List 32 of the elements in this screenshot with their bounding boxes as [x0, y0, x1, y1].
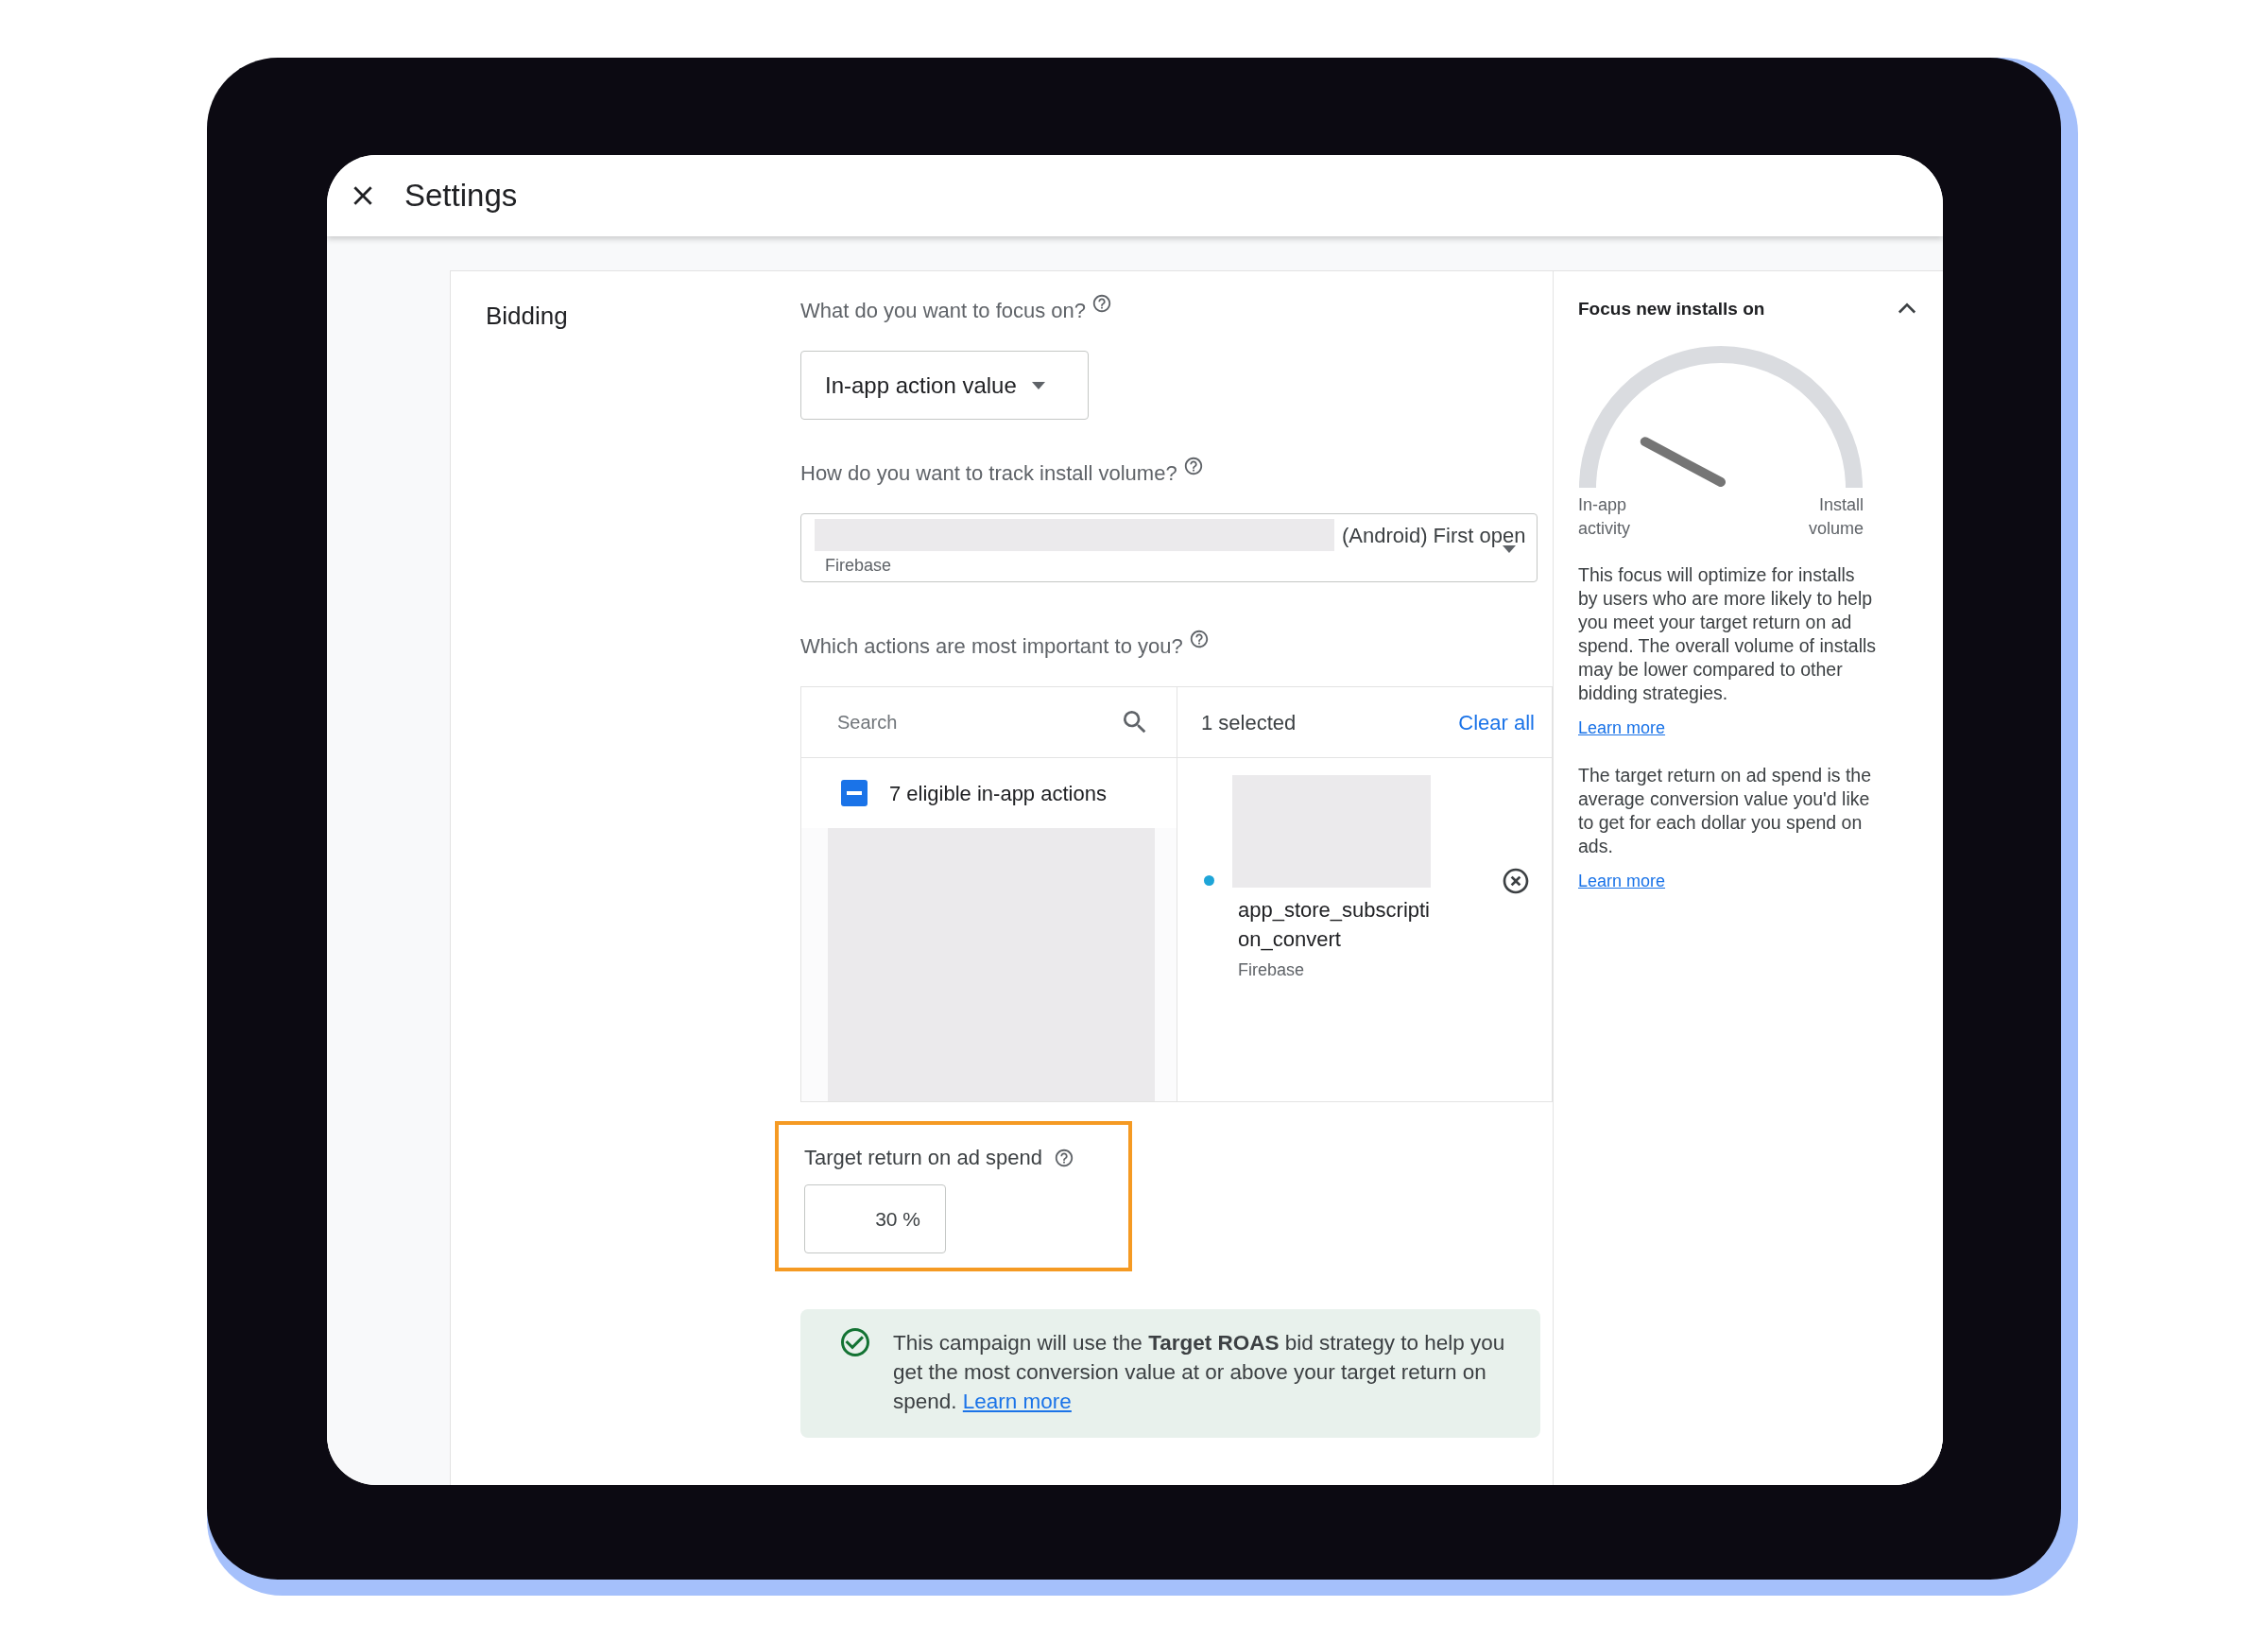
panel-title: Focus new installs on	[1578, 298, 1765, 320]
group-label: 7 eligible in-app actions	[889, 780, 1107, 807]
learn-more-link[interactable]: Learn more	[962, 1390, 1072, 1413]
learn-more-link[interactable]: Learn more	[1578, 868, 1666, 894]
remove-button[interactable]	[1501, 866, 1531, 896]
caret-icon	[1503, 545, 1516, 553]
focus-dropdown[interactable]: In-app action value	[800, 351, 1089, 420]
roas-input[interactable]: 30 %	[804, 1184, 946, 1253]
action-source: Firebase	[1238, 959, 1306, 981]
help-text: This focus will optimize for installs by users who are more likely to help you meet your target return on ad spend. The overall volume of installs may be lower compared to other bidding strategies.	[1578, 562, 1878, 705]
learn-more-link[interactable]: Learn more	[1578, 715, 1666, 741]
help-icon	[1053, 1147, 1074, 1168]
help-icon	[1091, 293, 1113, 314]
search-field[interactable]: Search	[837, 708, 1120, 736]
checkbox[interactable]	[841, 780, 868, 806]
install-volume-field[interactable]: (Android) First open Firebase	[800, 513, 1538, 582]
field-label: Target return on ad spend	[804, 1145, 1042, 1171]
help-icon	[1182, 456, 1204, 476]
question-label: What do you want to focus on?	[800, 298, 1087, 324]
help-icon	[1188, 629, 1210, 649]
help-text: The target return on ad spend is the average conversion value you'd like to get for each dollar you spend on ads.	[1578, 763, 1873, 858]
action-name: app_store_subscription_convert	[1238, 897, 1431, 953]
gauge-label: In-app activity	[1578, 493, 1631, 540]
dialog-title: Settings	[404, 177, 518, 216]
clear-all-button[interactable]: Clear all	[1458, 706, 1535, 738]
gauge-label: Install volume	[1807, 493, 1864, 540]
question-label: Which actions are most important to you?	[800, 633, 1183, 660]
question-label: How do you want to track install volume?	[800, 460, 1177, 487]
section-title: Bidding	[486, 302, 568, 330]
selected-count: 1 selected	[1201, 709, 1297, 736]
caret-icon	[1031, 381, 1045, 389]
banner-text: This campaign will use the Target ROAS bid strategy to help you get the most conversion value at or above your target return on spend. Learn more	[893, 1330, 1506, 1415]
